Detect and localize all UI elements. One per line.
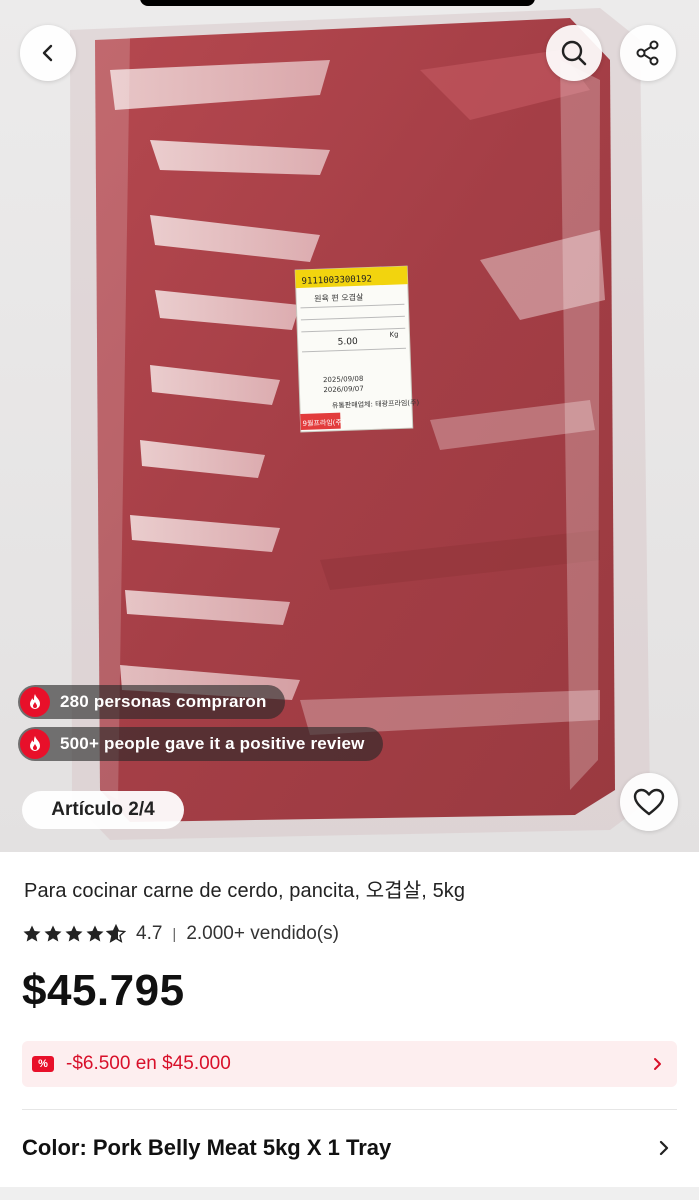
section-separator: [0, 1187, 699, 1200]
svg-text:2025/09/08: 2025/09/08: [323, 375, 364, 384]
color-selector[interactable]: Color: Pork Belly Meat 5kg X 1 Tray: [22, 1132, 677, 1164]
rating-value: 4.7: [136, 923, 163, 944]
favorite-button[interactable]: [620, 773, 678, 831]
chevron-right-icon: [654, 1058, 661, 1070]
color-label: Color: Pork Belly Meat 5kg X 1 Tray: [22, 1135, 392, 1160]
search-button[interactable]: [546, 25, 602, 81]
product-label: 9111003300192 원육 편 오겹살 Kg 5.00 2025/09/0…: [294, 265, 420, 433]
star-icon: [44, 925, 62, 942]
social-proof-text: 500+ people gave it a positive review: [60, 734, 365, 753]
coupon-text: -$6.500 en $45.000: [66, 1053, 231, 1074]
back-button[interactable]: [20, 25, 76, 81]
svg-text:5.00: 5.00: [338, 337, 359, 348]
sold-count: 2.000+ vendido(s): [186, 923, 339, 944]
chevron-left-icon: [42, 44, 53, 62]
social-proof-reviews: 500+ people gave it a positive review: [18, 727, 383, 761]
fire-icon: [20, 729, 50, 759]
heart-icon: [633, 788, 665, 816]
svg-text:Kg: Kg: [389, 331, 398, 339]
svg-text:원육 편 오겹살: 원육 편 오겹살: [314, 292, 364, 304]
camera-notch: [140, 0, 535, 6]
star-half-icon: [106, 924, 126, 943]
fire-icon: [20, 687, 50, 717]
image-counter: Artículo 2/4: [22, 791, 184, 829]
search-icon: [561, 40, 587, 66]
share-icon: [636, 40, 659, 66]
star-icon: [23, 925, 41, 942]
separator: |: [172, 925, 177, 943]
svg-text:9월프라임(주): 9월프라임(주): [302, 417, 345, 427]
social-proof-purchases: 280 personas compraron: [18, 685, 285, 719]
chevron-right-icon: [659, 1140, 669, 1156]
rating-row[interactable]: 4.7 | 2.000+ vendido(s): [22, 920, 339, 948]
share-button[interactable]: [620, 25, 676, 81]
star-rating: [22, 924, 126, 944]
product-title: Para cocinar carne de cerdo, pancita, 오겹…: [24, 880, 466, 902]
coupon-banner[interactable]: % -$6.500 en $45.000: [22, 1041, 677, 1087]
price: $45.795: [22, 966, 185, 1015]
coupon-icon: %: [32, 1056, 54, 1072]
star-icon: [86, 925, 104, 942]
divider: [22, 1109, 677, 1110]
star-icon: [65, 925, 83, 942]
pork-belly-photo: 9111003300192 원육 편 오겹살 Kg 5.00 2025/09/0…: [0, 0, 699, 852]
product-image[interactable]: 9111003300192 원육 편 오겹살 Kg 5.00 2025/09/0…: [0, 0, 699, 852]
social-proof-text: 280 personas compraron: [60, 692, 267, 711]
svg-text:2026/09/07: 2026/09/07: [323, 385, 364, 394]
